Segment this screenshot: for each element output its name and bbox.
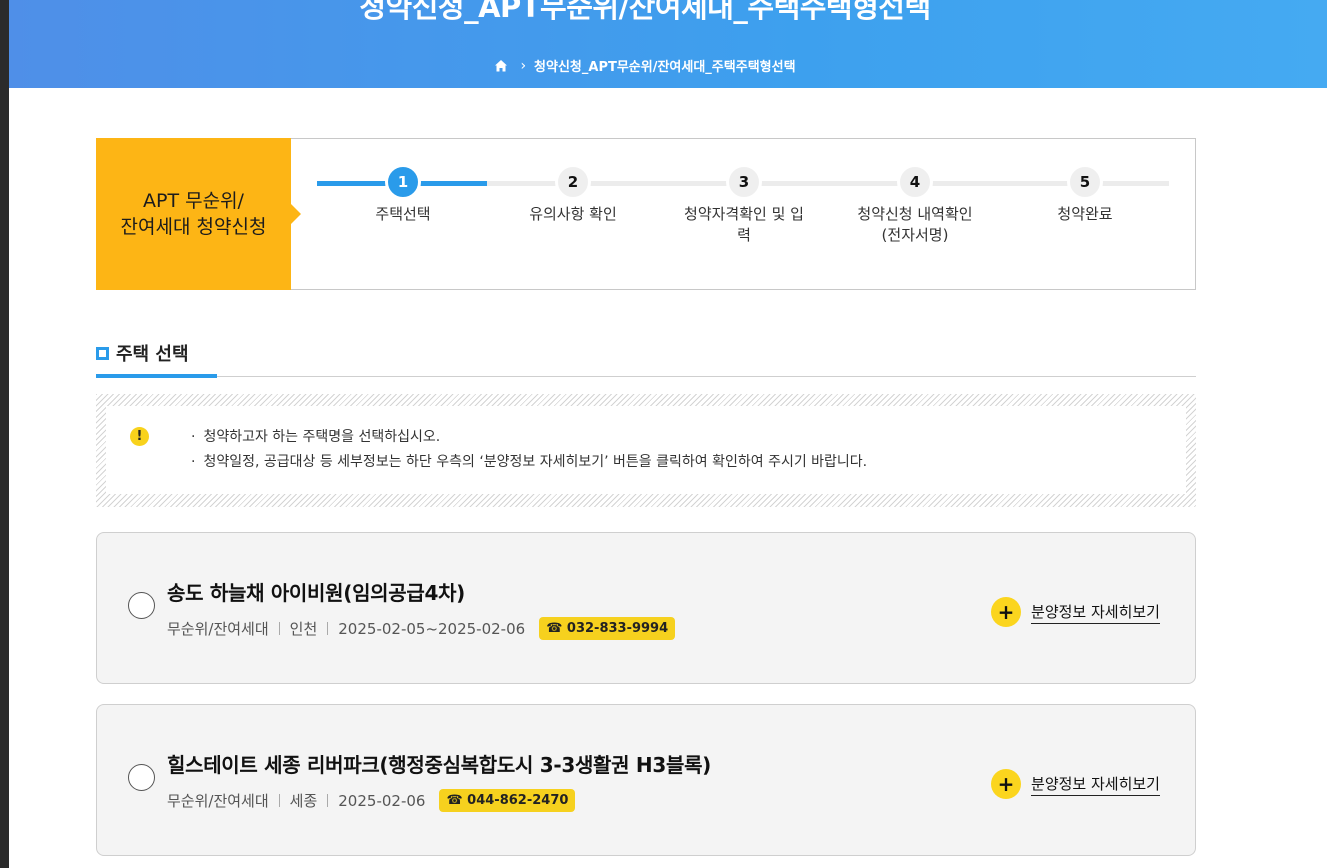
listing-region: 인천	[289, 620, 318, 638]
stepper-heading-line1: APT 무순위/	[143, 190, 244, 212]
section-divider-accent	[96, 374, 217, 378]
step-number: 4	[897, 164, 933, 200]
listing-name: 송도 하늘채 아이비원(임의공급4차)	[167, 581, 466, 605]
step-3: 3 청약자격확인 및 입력	[674, 164, 814, 246]
page: 청약신청_APT무순위/잔여세대_주택주택형선택 › 청약신청_APT무순위/잔…	[9, 0, 1327, 868]
meta-divider	[327, 622, 329, 635]
listing-region: 세종	[289, 792, 318, 810]
step-label: 청약완료	[1057, 205, 1113, 223]
listing-type: 무순위/잔여세대	[167, 792, 269, 810]
step-track: 1 주택선택 2 유의사항 확인 3 청약자격확인 및 입력 4 청약신청 내역…	[317, 164, 1177, 244]
section-divider	[96, 376, 1196, 377]
step-label: 유의사항 확인	[529, 205, 617, 223]
plus-icon: +	[991, 597, 1022, 627]
phone-badge: ☎ 044-862-2470	[439, 789, 576, 812]
listing-type: 무순위/잔여세대	[167, 620, 269, 638]
meta-divider	[278, 622, 280, 635]
step-number: 5	[1067, 164, 1103, 200]
notice-content: ! 청약하고자 하는 주택명을 선택하십시오. 청약일정, 공급대상 등 세부정…	[106, 406, 1186, 494]
listing-meta: 무순위/잔여세대 인천 2025-02-05~2025-02-06 ☎ 032-…	[167, 617, 676, 640]
step-label: 주택선택	[375, 205, 431, 223]
step-4: 4 청약신청 내역확인 (전자서명)	[845, 164, 985, 246]
home-icon[interactable]	[494, 59, 508, 73]
listing-radio[interactable]	[128, 764, 155, 791]
detail-button[interactable]: + 분양정보 자세히보기	[991, 597, 1160, 627]
listing-radio[interactable]	[128, 592, 155, 619]
progress-stepper: APT 무순위/ 잔여세대 청약신청 1 주택선택 2 유의사항 확인 3 청약…	[96, 138, 1196, 290]
meta-divider	[327, 794, 329, 807]
listing-card[interactable]: 송도 하늘채 아이비원(임의공급4차) 무순위/잔여세대 인천 2025-02-…	[96, 532, 1196, 684]
page-header: 청약신청_APT무순위/잔여세대_주택주택형선택 › 청약신청_APT무순위/잔…	[9, 0, 1327, 88]
notice-list: 청약하고자 하는 주택명을 선택하십시오. 청약일정, 공급대상 등 세부정보는…	[191, 425, 867, 475]
listing-period: 2025-02-05~2025-02-06	[338, 619, 526, 638]
detail-button-label: 분양정보 자세히보기	[1031, 773, 1160, 796]
step-number: 1	[385, 164, 421, 200]
step-number: 3	[726, 164, 762, 200]
phone-badge: ☎ 032-833-9994	[539, 617, 676, 640]
section-title-text: 주택 선택	[116, 344, 189, 365]
plus-icon: +	[991, 769, 1022, 799]
notice-item: 청약하고자 하는 주택명을 선택하십시오.	[191, 425, 867, 450]
listing-period: 2025-02-06	[338, 791, 426, 810]
stepper-heading: APT 무순위/ 잔여세대 청약신청	[96, 138, 301, 290]
exclamation-icon: !	[130, 427, 149, 446]
step-label: 청약자격확인 및 입력	[684, 205, 804, 244]
step-label: 청약신청 내역확인 (전자서명)	[857, 205, 973, 244]
detail-button[interactable]: + 분양정보 자세히보기	[991, 769, 1160, 799]
meta-divider	[278, 794, 280, 807]
step-1: 1 주택선택	[333, 164, 473, 225]
notice-item: 청약일정, 공급대상 등 세부정보는 하단 우측의 ‘분양정보 자세히보기’ 버…	[191, 450, 867, 475]
stepper-heading-line2: 잔여세대 청약신청	[120, 216, 267, 238]
notice-box: ! 청약하고자 하는 주택명을 선택하십시오. 청약일정, 공급대상 등 세부정…	[96, 394, 1196, 507]
step-number: 2	[555, 164, 591, 200]
square-bullet-icon	[96, 346, 109, 360]
listing-name: 힐스테이트 세종 리버파크(행정중심복합도시 3-3생활권 H3블록)	[167, 753, 712, 777]
chevron-right-icon: ›	[520, 57, 527, 74]
step-5: 5 청약완료	[1015, 164, 1155, 225]
step-2: 2 유의사항 확인	[503, 164, 643, 225]
listing-meta: 무순위/잔여세대 세종 2025-02-06 ☎ 044-862-2470	[167, 789, 576, 812]
page-title: 청약신청_APT무순위/잔여세대_주택주택형선택	[359, 0, 931, 24]
section-title: 주택 선택	[96, 340, 189, 366]
breadcrumb: › 청약신청_APT무순위/잔여세대_주택주택형선택	[9, 56, 1281, 75]
listing-card[interactable]: 힐스테이트 세종 리버파크(행정중심복합도시 3-3생활권 H3블록) 무순위/…	[96, 704, 1196, 856]
breadcrumb-current: 청약신청_APT무순위/잔여세대_주택주택형선택	[534, 60, 796, 75]
detail-button-label: 분양정보 자세히보기	[1031, 601, 1160, 624]
